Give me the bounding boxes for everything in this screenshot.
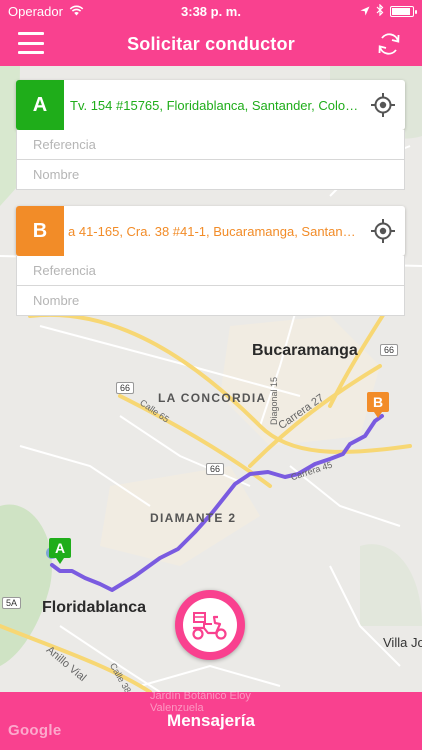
origin-letter-badge: A	[16, 80, 64, 130]
map-marker-b[interactable]: B	[367, 392, 389, 418]
map-poi-label: Jardín Botánico Eloy Valenzuela	[150, 690, 251, 714]
destination-letter-badge: B	[16, 206, 64, 256]
nav-bar: Solicitar conductor	[0, 22, 422, 66]
origin-name-input[interactable]: Nombre	[16, 160, 405, 190]
battery-icon	[390, 5, 417, 17]
destination-address-row[interactable]: B a 41-165, Cra. 38 #41-1, Bucaramanga, …	[16, 206, 405, 256]
map-label-la-concordia: LA CONCORDIA	[158, 391, 267, 405]
map-label-diagonal15: Diagonal 15	[269, 376, 280, 426]
refresh-icon[interactable]	[374, 29, 404, 59]
map-label-floridablanca: Floridablanca	[42, 599, 147, 616]
clock: 3:38 p. m.	[181, 3, 241, 19]
route-shield-5a: 5A	[2, 597, 22, 609]
origin-address-row[interactable]: A Tv. 154 #15765, Floridablanca, Santand…	[16, 80, 405, 130]
page-title: Solicitar conductor	[127, 33, 295, 54]
service-label: Mensajería	[167, 711, 255, 730]
battery-level	[392, 7, 410, 15]
route-shield-66: 66	[380, 344, 399, 356]
service-type-button[interactable]	[175, 590, 245, 660]
map-label-diamante: DIAMANTE 2	[150, 511, 237, 525]
origin-address[interactable]: Tv. 154 #15765, Floridablanca, Santander…	[64, 98, 361, 113]
destination-reference-input[interactable]: Referencia	[16, 256, 405, 286]
origin-locate-icon[interactable]	[361, 80, 405, 130]
destination-name-input[interactable]: Nombre	[16, 286, 405, 316]
wifi-icon	[69, 4, 84, 19]
status-bar: Operador 3:38 p. m.	[0, 0, 422, 22]
bluetooth-icon	[376, 3, 384, 19]
google-logo: Google	[8, 722, 62, 739]
origin-reference-input[interactable]: Referencia	[16, 130, 405, 160]
origin-card: A Tv. 154 #15765, Floridablanca, Santand…	[16, 80, 405, 190]
route-shield-66: 66	[116, 382, 135, 394]
location-arrow-icon	[360, 4, 370, 19]
destination-locate-icon[interactable]	[361, 206, 405, 256]
map-label-villa: Villa Jo	[383, 635, 422, 650]
destination-card: B a 41-165, Cra. 38 #41-1, Bucaramanga, …	[16, 206, 405, 316]
destination-address[interactable]: a 41-165, Cra. 38 #41-1, Bucaramanga, Sa…	[64, 224, 361, 239]
carrier-label: Operador	[8, 3, 63, 19]
menu-icon[interactable]	[18, 32, 44, 54]
map-marker-a[interactable]: A	[49, 538, 71, 564]
map-label-bucaramanga: Bucaramanga	[252, 342, 358, 359]
motorcycle-delivery-icon	[183, 598, 237, 652]
route-shield-66: 66	[206, 463, 225, 475]
